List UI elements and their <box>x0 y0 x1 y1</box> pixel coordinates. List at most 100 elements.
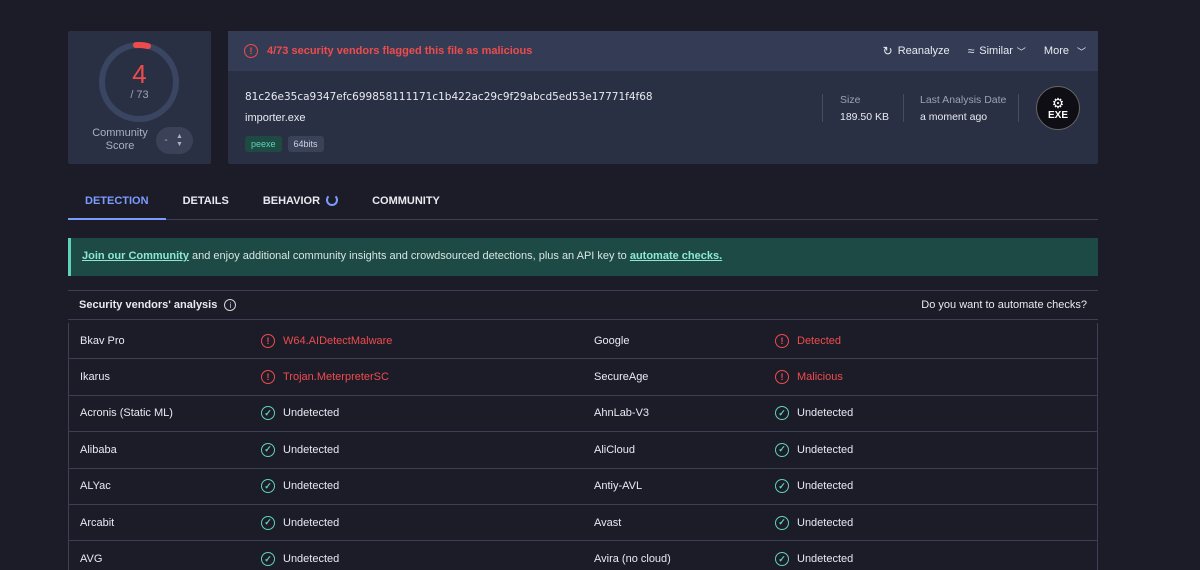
vendor-result-text: Undetected <box>797 443 854 456</box>
tab-behavior[interactable]: BEHAVIOR <box>246 186 355 220</box>
vendor-result: ✓ Undetected <box>775 479 854 494</box>
tab-community[interactable]: COMMUNITY <box>355 186 457 220</box>
tab-behavior-label: BEHAVIOR <box>262 195 321 207</box>
table-row: Bkav Pro! W64.AIDetectMalware Google! Detec… <box>69 323 1097 360</box>
vendor-name: SecureAge <box>594 371 649 384</box>
divider <box>822 94 823 122</box>
file-size: Size 189.50 KB <box>840 94 889 123</box>
loading-spinner-icon <box>326 194 339 206</box>
vendor-result-text: Undetected <box>283 516 340 529</box>
info-icon[interactable]: i <box>224 299 237 311</box>
vendor-result: ✓ Undetected <box>261 406 340 421</box>
gears-icon: ⚙ <box>1051 94 1065 111</box>
last-analysis: Last Analysis Date a moment ago <box>920 94 1006 123</box>
vendor-result-text: Malicious <box>797 371 843 384</box>
table-row: Acronis (Static ML) ✓ Undetected AhnLab-V3 ✓… <box>69 396 1097 433</box>
tab-details[interactable]: DETAILS <box>166 186 246 220</box>
reanalyze-label: Reanalyze <box>897 45 950 57</box>
detection-score-card: 4 / 73 Community Score - ▲ ▼ <box>68 31 211 164</box>
alert-text: 4/73 security vendors flagged this file … <box>267 45 533 57</box>
community-score-value: - <box>164 135 168 146</box>
vendor-result-text: Undetected <box>797 553 854 566</box>
tab-bar: DETECTION DETAILS BEHAVIOR COMMUNITY <box>68 186 1098 220</box>
table-row: Arcabit ✓ Undetected Avast ✓ Undetected <box>69 505 1097 542</box>
vendor-name: AhnLab-V3 <box>594 407 650 420</box>
alert-icon: ! <box>244 44 258 58</box>
automate-checks-prompt[interactable]: Do you want to automate checks? <box>921 299 1087 311</box>
alert-icon: ! <box>261 333 275 348</box>
vendor-result: ✓ Undetected <box>261 515 340 530</box>
join-community-link[interactable]: Join our Community <box>82 250 189 262</box>
vendor-result: ! Trojan.MeterpreterSC <box>261 370 389 385</box>
banner-text: and enjoy additional community insights … <box>188 250 630 262</box>
chevron-down-icon: ﹀ <box>1076 46 1086 57</box>
file-name: importer.exe <box>245 112 306 124</box>
reanalyze-button[interactable]: ↻ Reanalyze <box>883 44 950 58</box>
vendor-result: ✓ Undetected <box>261 552 340 567</box>
vendor-result-text: Undetected <box>283 407 340 420</box>
alert-icon: ! <box>261 370 275 385</box>
table-row: Ikarus! Trojan.MeterpreterSC SecureAge! Mal… <box>69 359 1097 396</box>
community-score-label: Community Score <box>90 127 150 153</box>
community-score-stepper[interactable]: - ▲ ▼ <box>156 127 193 154</box>
detection-count: 4 <box>132 59 147 89</box>
community-score-label-line2: Score <box>105 140 135 152</box>
vendor-result: ✓ Undetected <box>775 552 854 567</box>
size-label: Size <box>840 94 861 106</box>
vendor-result: ✓ Undetected <box>261 442 339 457</box>
chevron-down-icon: ﹀ <box>1016 46 1026 57</box>
vendor-result-text: Undetected <box>797 480 854 493</box>
tab-detection[interactable]: DETECTION <box>68 186 166 220</box>
check-circle-icon: ✓ <box>261 442 275 457</box>
file-hash[interactable]: 81c26e35ca9347efc699858111171c1b422ac29c… <box>245 91 653 103</box>
vendor-result: ✓ Undetected <box>775 442 854 457</box>
file-type-badge: EXE <box>1047 109 1068 121</box>
vendor-table: Bkav Pro! W64.AIDetectMalware Google! Detec… <box>68 323 1098 570</box>
last-analysis-value: a moment ago <box>920 111 988 123</box>
check-circle-icon: ✓ <box>775 515 789 530</box>
table-row: ALYac ✓ Undetected Antiy-AVL ✓ Undetected <box>69 469 1097 505</box>
vote-arrows-icon[interactable]: ▲ ▼ <box>176 133 183 149</box>
vendor-name: Avast <box>594 516 622 529</box>
vendor-result-text: Trojan.MeterpreterSC <box>283 371 389 384</box>
vendor-result-text: Undetected <box>797 516 854 529</box>
vendors-analysis-header: Security vendors' analysis i Do you want… <box>68 290 1098 320</box>
vendor-name: AVG <box>80 553 103 566</box>
similar-label: Similar <box>979 45 1013 57</box>
vendor-result: ! W64.AIDetectMalware <box>261 333 393 348</box>
check-circle-icon: ✓ <box>775 552 789 567</box>
more-button[interactable]: More ﹀ <box>1044 45 1086 58</box>
check-circle-icon: ✓ <box>261 479 275 494</box>
detection-total: / 73 <box>130 89 149 101</box>
vendor-name: Ikarus <box>80 371 110 384</box>
tag-64bits[interactable]: 64bits <box>287 136 324 152</box>
check-circle-icon: ✓ <box>775 442 789 457</box>
check-circle-icon: ✓ <box>261 406 275 421</box>
table-row: AVG ✓ Undetected Avira (no cloud) ✓ Undetecte… <box>69 541 1097 570</box>
vendor-result-text: Undetected <box>283 553 340 566</box>
divider <box>903 94 904 122</box>
last-analysis-label: Last Analysis Date <box>920 94 1007 106</box>
vendor-name: Bkav Pro <box>80 334 125 347</box>
check-circle-icon: ✓ <box>261 515 275 530</box>
divider <box>1018 94 1019 122</box>
vendor-name: AliCloud <box>594 443 635 456</box>
vendor-result-text: Undetected <box>283 480 340 493</box>
file-tags: peexe 64bits <box>245 136 324 152</box>
vendor-result: ✓ Undetected <box>775 515 854 530</box>
alert-bar: ! 4/73 security vendors flagged this fil… <box>228 31 1098 71</box>
vendor-result-text: W64.AIDetectMalware <box>283 334 393 347</box>
exe-file-type-icon: ⚙ EXE <box>1036 86 1080 130</box>
vendor-name: Arcabit <box>80 516 115 529</box>
table-row: Alibaba ✓ Undetected AliCloud ✓ Undetected <box>69 432 1097 469</box>
similar-button[interactable]: ≈ Similar ﹀ <box>968 44 1026 58</box>
vendor-name: Antiy-AVL <box>594 480 643 493</box>
tag-peexe[interactable]: peexe <box>245 136 282 152</box>
refresh-icon: ↻ <box>882 44 893 58</box>
automate-checks-link[interactable]: automate checks. <box>630 250 722 262</box>
alert-icon: ! <box>775 370 789 385</box>
vendor-name: Acronis (Static ML) <box>80 407 173 420</box>
vendor-result: ✓ Undetected <box>775 406 853 421</box>
check-circle-icon: ✓ <box>775 406 789 421</box>
size-value: 189.50 KB <box>840 111 890 123</box>
